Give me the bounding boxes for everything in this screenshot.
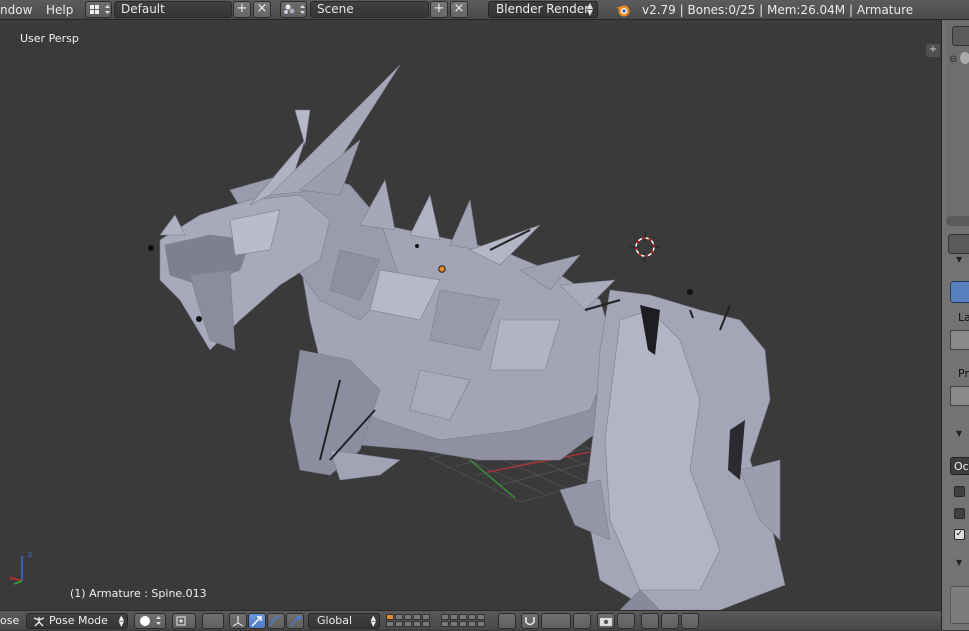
add-icon: + — [236, 1, 248, 16]
dragon-model — [148, 64, 786, 610]
render-engine-label: Blender Render — [496, 2, 590, 16]
window-menu[interactable]: ndow — [0, 3, 32, 17]
pass-buttons[interactable] — [950, 386, 969, 406]
add-icon: + — [928, 44, 938, 55]
expand-arrow-icon[interactable]: ▼ — [956, 558, 962, 567]
dropdown-arrows-icon: ▲ ▼ — [370, 614, 376, 628]
mode-label: Pose Mode — [49, 614, 108, 627]
viewport-shading-dropdown[interactable] — [134, 613, 166, 629]
close-icon: × — [453, 1, 465, 16]
scene-field[interactable]: Scene — [310, 1, 429, 18]
axis-gizmo-icon: z x — [9, 550, 32, 585]
blender-logo-icon — [616, 5, 630, 17]
paste-flipped-pose-button[interactable] — [681, 613, 699, 629]
option-checkbox-checked[interactable]: ✓ — [954, 529, 965, 540]
screen-layout-icon — [90, 5, 110, 14]
add-icon: + — [433, 1, 445, 16]
screen-layout-browse-button[interactable] — [85, 1, 112, 18]
pivot-point-dropdown[interactable] — [172, 613, 196, 629]
orientation-label: Global — [317, 614, 353, 627]
rotate-manipulator-button[interactable] — [267, 613, 285, 629]
transform-orientation-dropdown[interactable]: Global ▲ ▼ — [308, 613, 380, 629]
arrow-icon — [251, 616, 262, 627]
camera-icon — [600, 618, 612, 626]
mode-label-cut: ose — [0, 614, 20, 627]
copy-pose-button[interactable] — [641, 613, 659, 629]
active-object-info: (1) Armature : Spine.013 — [70, 587, 207, 600]
active-tab-button[interactable] — [950, 281, 969, 303]
expand-arrow-icon[interactable]: ▼ — [956, 255, 962, 264]
scene-statistics: v2.79 | Bones:0/25 | Mem:26.04M | Armatu… — [642, 3, 914, 17]
outliner-display-button[interactable] — [952, 26, 969, 46]
render-engine-dropdown[interactable]: Blender Render ▲ ▼ — [488, 1, 598, 18]
snap-element-dropdown[interactable] — [541, 613, 571, 629]
scale-manipulator-button[interactable] — [286, 613, 304, 629]
rotate-icon — [270, 616, 282, 627]
manipulator-toggle-button[interactable] — [229, 613, 247, 629]
delete-screen-button[interactable]: × — [253, 1, 271, 18]
snap-target-button[interactable] — [573, 613, 591, 629]
add-screen-button[interactable]: + — [233, 1, 251, 18]
screen-layout-field[interactable]: Default — [114, 1, 232, 18]
layer-buttons[interactable] — [950, 330, 969, 350]
scene-layers-group-2[interactable] — [441, 614, 485, 627]
scene-tree-icon — [960, 52, 969, 64]
viewport-header: ose Pose Mode ▲ ▼ Global ▲ ▼ — [0, 610, 941, 630]
info-header: ndow Help Default + × Scene + × Blender … — [0, 0, 969, 20]
outliner-panel[interactable]: ⊖ — [946, 20, 969, 216]
delete-scene-button[interactable]: × — [450, 1, 468, 18]
opengl-render-button[interactable] — [597, 613, 615, 629]
pivot-manipulate-button[interactable] — [202, 613, 224, 629]
dropdown-arrows-icon: ▲ ▼ — [118, 614, 124, 628]
3d-viewport[interactable]: User Persp (1) Armature : Spine.013 z x … — [0, 20, 941, 610]
manipulator-icon — [232, 616, 244, 627]
scene-icon — [284, 4, 305, 14]
add-scene-button[interactable]: + — [430, 1, 448, 18]
properties-subpanel[interactable] — [950, 586, 969, 624]
svg-text:x: x — [9, 574, 13, 582]
view-perspective-label: User Persp — [20, 32, 79, 45]
scene-layers-group-1[interactable] — [386, 614, 430, 627]
interaction-mode-dropdown[interactable]: Pose Mode ▲ ▼ — [26, 613, 128, 629]
svg-text:z: z — [28, 550, 32, 559]
collapse-icon[interactable]: ⊖ — [949, 54, 957, 65]
scene-browse-button[interactable] — [280, 1, 307, 18]
option-checkbox[interactable] — [954, 508, 965, 519]
paste-pose-button[interactable] — [661, 613, 679, 629]
layers-label: La — [958, 311, 969, 324]
passes-label: Pr — [958, 367, 969, 380]
octree-dropdown[interactable]: Oct — [950, 457, 969, 475]
expand-arrow-icon[interactable]: ▼ — [956, 429, 962, 438]
dropdown-arrows-icon: ▲ ▼ — [586, 1, 593, 17]
translate-manipulator-button[interactable] — [248, 613, 266, 629]
help-menu[interactable]: Help — [46, 3, 73, 17]
cursor-3d-icon[interactable] — [628, 230, 662, 264]
lock-layers-button[interactable] — [498, 613, 516, 629]
proportional-edit-button[interactable] — [521, 613, 539, 629]
outliner-scrollbar[interactable] — [946, 216, 969, 226]
magnet-icon — [525, 617, 535, 626]
properties-context-button[interactable] — [948, 234, 969, 254]
toolshelf-tab-button[interactable]: + — [926, 44, 940, 57]
option-checkbox[interactable] — [954, 486, 965, 497]
scale-icon — [289, 616, 301, 627]
pivot-icon — [176, 616, 186, 626]
opengl-animation-button[interactable] — [617, 613, 635, 629]
close-icon: × — [256, 1, 268, 16]
pose-mode-icon — [33, 617, 45, 627]
shading-icon — [140, 616, 161, 626]
right-editor-panels: ⊖ ▼ La Pr ▼ Oct ✓ ▼ — [941, 20, 969, 630]
